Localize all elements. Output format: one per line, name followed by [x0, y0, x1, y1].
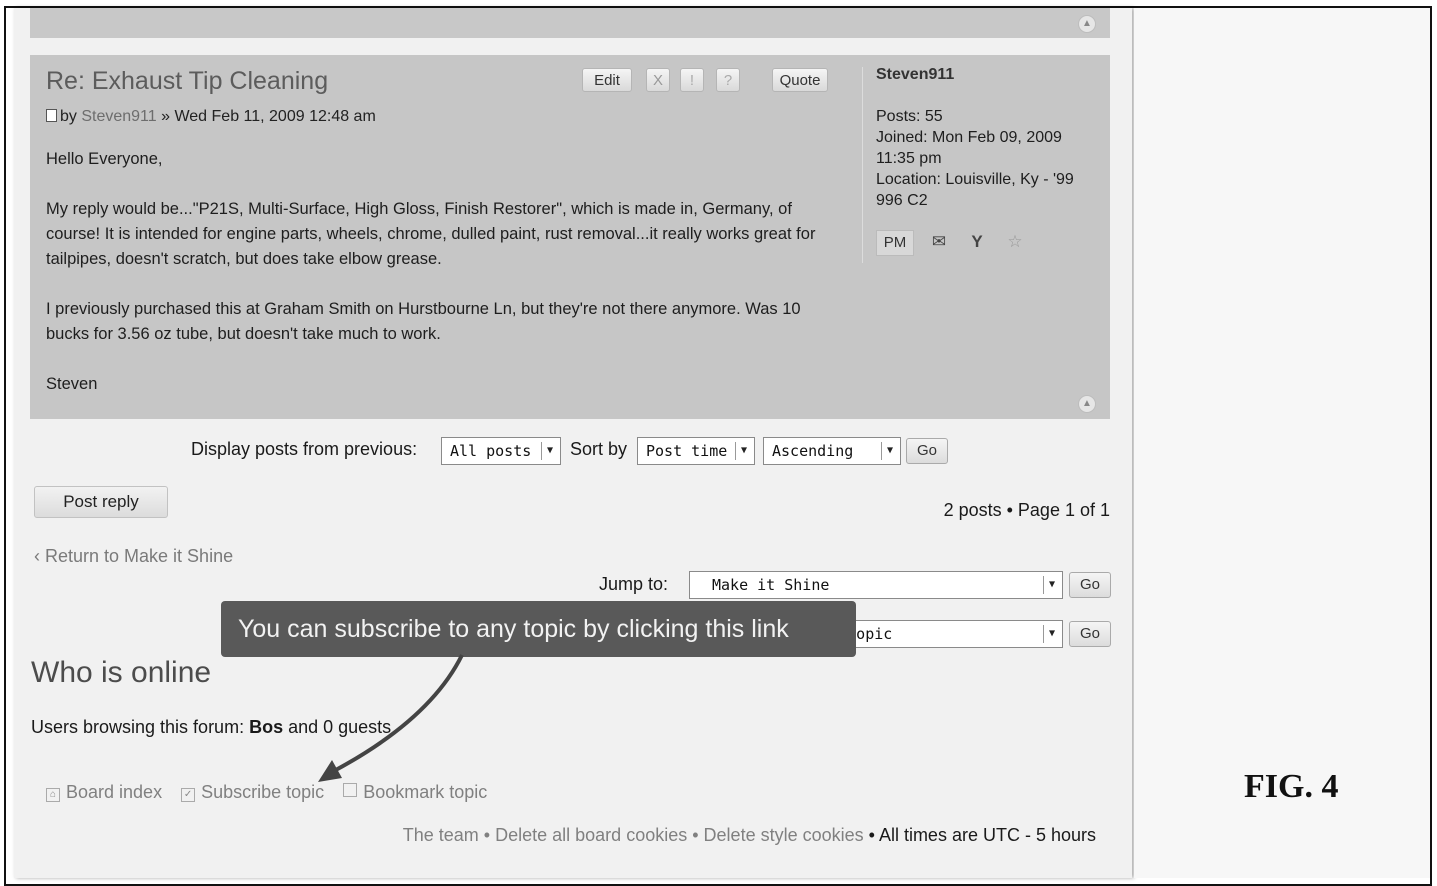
board-index-link[interactable]: ⌂ Board index	[46, 782, 162, 802]
delete-style-cookies-link[interactable]: Delete style cookies	[704, 825, 864, 845]
footer-bottom-line: The team • Delete all board cookies • De…	[403, 825, 1096, 846]
figure-label: FIG. 4	[1244, 768, 1339, 805]
subscribe-topic-label: Subscribe topic	[201, 782, 325, 802]
footer-links: ⌂ Board index ✓ Subscribe topic Bookmark t…	[46, 782, 501, 803]
team-link[interactable]: The team	[403, 825, 479, 845]
arrow-head	[318, 760, 342, 782]
separator: •	[478, 825, 496, 845]
subscribe-topic-link[interactable]: ✓ Subscribe topic	[181, 782, 324, 802]
home-icon: ⌂	[46, 788, 60, 802]
checkbox-icon: ✓	[181, 788, 196, 802]
separator: •	[687, 825, 704, 845]
bookmark-topic-label: Bookmark topic	[363, 782, 488, 802]
delete-cookies-link[interactable]: Delete all board cookies	[495, 825, 687, 845]
bookmark-icon	[343, 783, 358, 797]
bookmark-topic-link[interactable]: Bookmark topic	[343, 782, 487, 802]
arrow-shaft	[331, 654, 464, 774]
board-index-label: Board index	[66, 782, 163, 802]
timezone-text: All times are UTC - 5 hours	[878, 825, 1096, 845]
separator: •	[863, 825, 879, 845]
tooltip-pointer-arrow	[318, 654, 464, 782]
